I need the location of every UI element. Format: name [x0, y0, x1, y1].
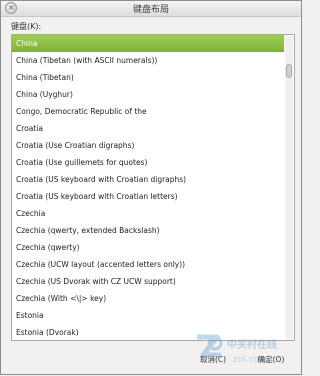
list-item[interactable]: Croatia (Use Croatian digraphs) [12, 137, 284, 154]
keyboard-field-label: 键盘(K): [11, 22, 42, 31]
list-item[interactable]: Croatia (Use guillemets for quotes) [12, 154, 284, 171]
list-item[interactable]: Czechia (US Dvorak with CZ UCW support) [12, 273, 284, 290]
list-item[interactable]: Croatia (US keyboard with Croatian lette… [12, 188, 284, 205]
list-item[interactable]: Estonia [12, 307, 284, 324]
list-item[interactable]: China (Uyghur) [12, 86, 284, 103]
scrollbar-thumb[interactable] [286, 64, 292, 78]
list-item[interactable]: Czechia (UCW layout (accented letters on… [12, 256, 284, 273]
ok-button[interactable]: 确定(O) [249, 350, 293, 367]
title-bar[interactable]: ✕ 键盘布局 [1, 1, 301, 17]
list-item[interactable]: Czechia (qwerty, extended Backslash) [12, 222, 284, 239]
list-item[interactable]: China [12, 35, 284, 52]
list-item[interactable]: China (Tibetan) [12, 69, 284, 86]
list-item[interactable]: Czechia (qwerty) [12, 239, 284, 256]
list-item[interactable]: Congo, Democratic Republic of the [12, 103, 284, 120]
cancel-button[interactable]: 取消(C) [197, 350, 229, 367]
window-title: 键盘布局 [132, 5, 169, 15]
list-item[interactable]: Estonia (Dvorak) [12, 324, 284, 340]
keyboard-layout-list[interactable]: China China (Tibetan (with ASCII numerals… [11, 34, 295, 341]
list-item[interactable]: Czechia (With <\|> key) [12, 290, 284, 307]
list-item[interactable]: Croatia (US keyboard with Croatian digra… [12, 171, 284, 188]
list-item[interactable]: Croatia [12, 120, 284, 137]
list-item[interactable]: Czechia [12, 205, 284, 222]
list-item[interactable]: China (Tibetan (with ASCII numerals)) [12, 52, 284, 69]
keyboard-layout-dialog: ✕ 键盘布局 键盘(K): China China (Tibetan (with … [0, 0, 302, 375]
vertical-scrollbar[interactable] [285, 36, 293, 339]
